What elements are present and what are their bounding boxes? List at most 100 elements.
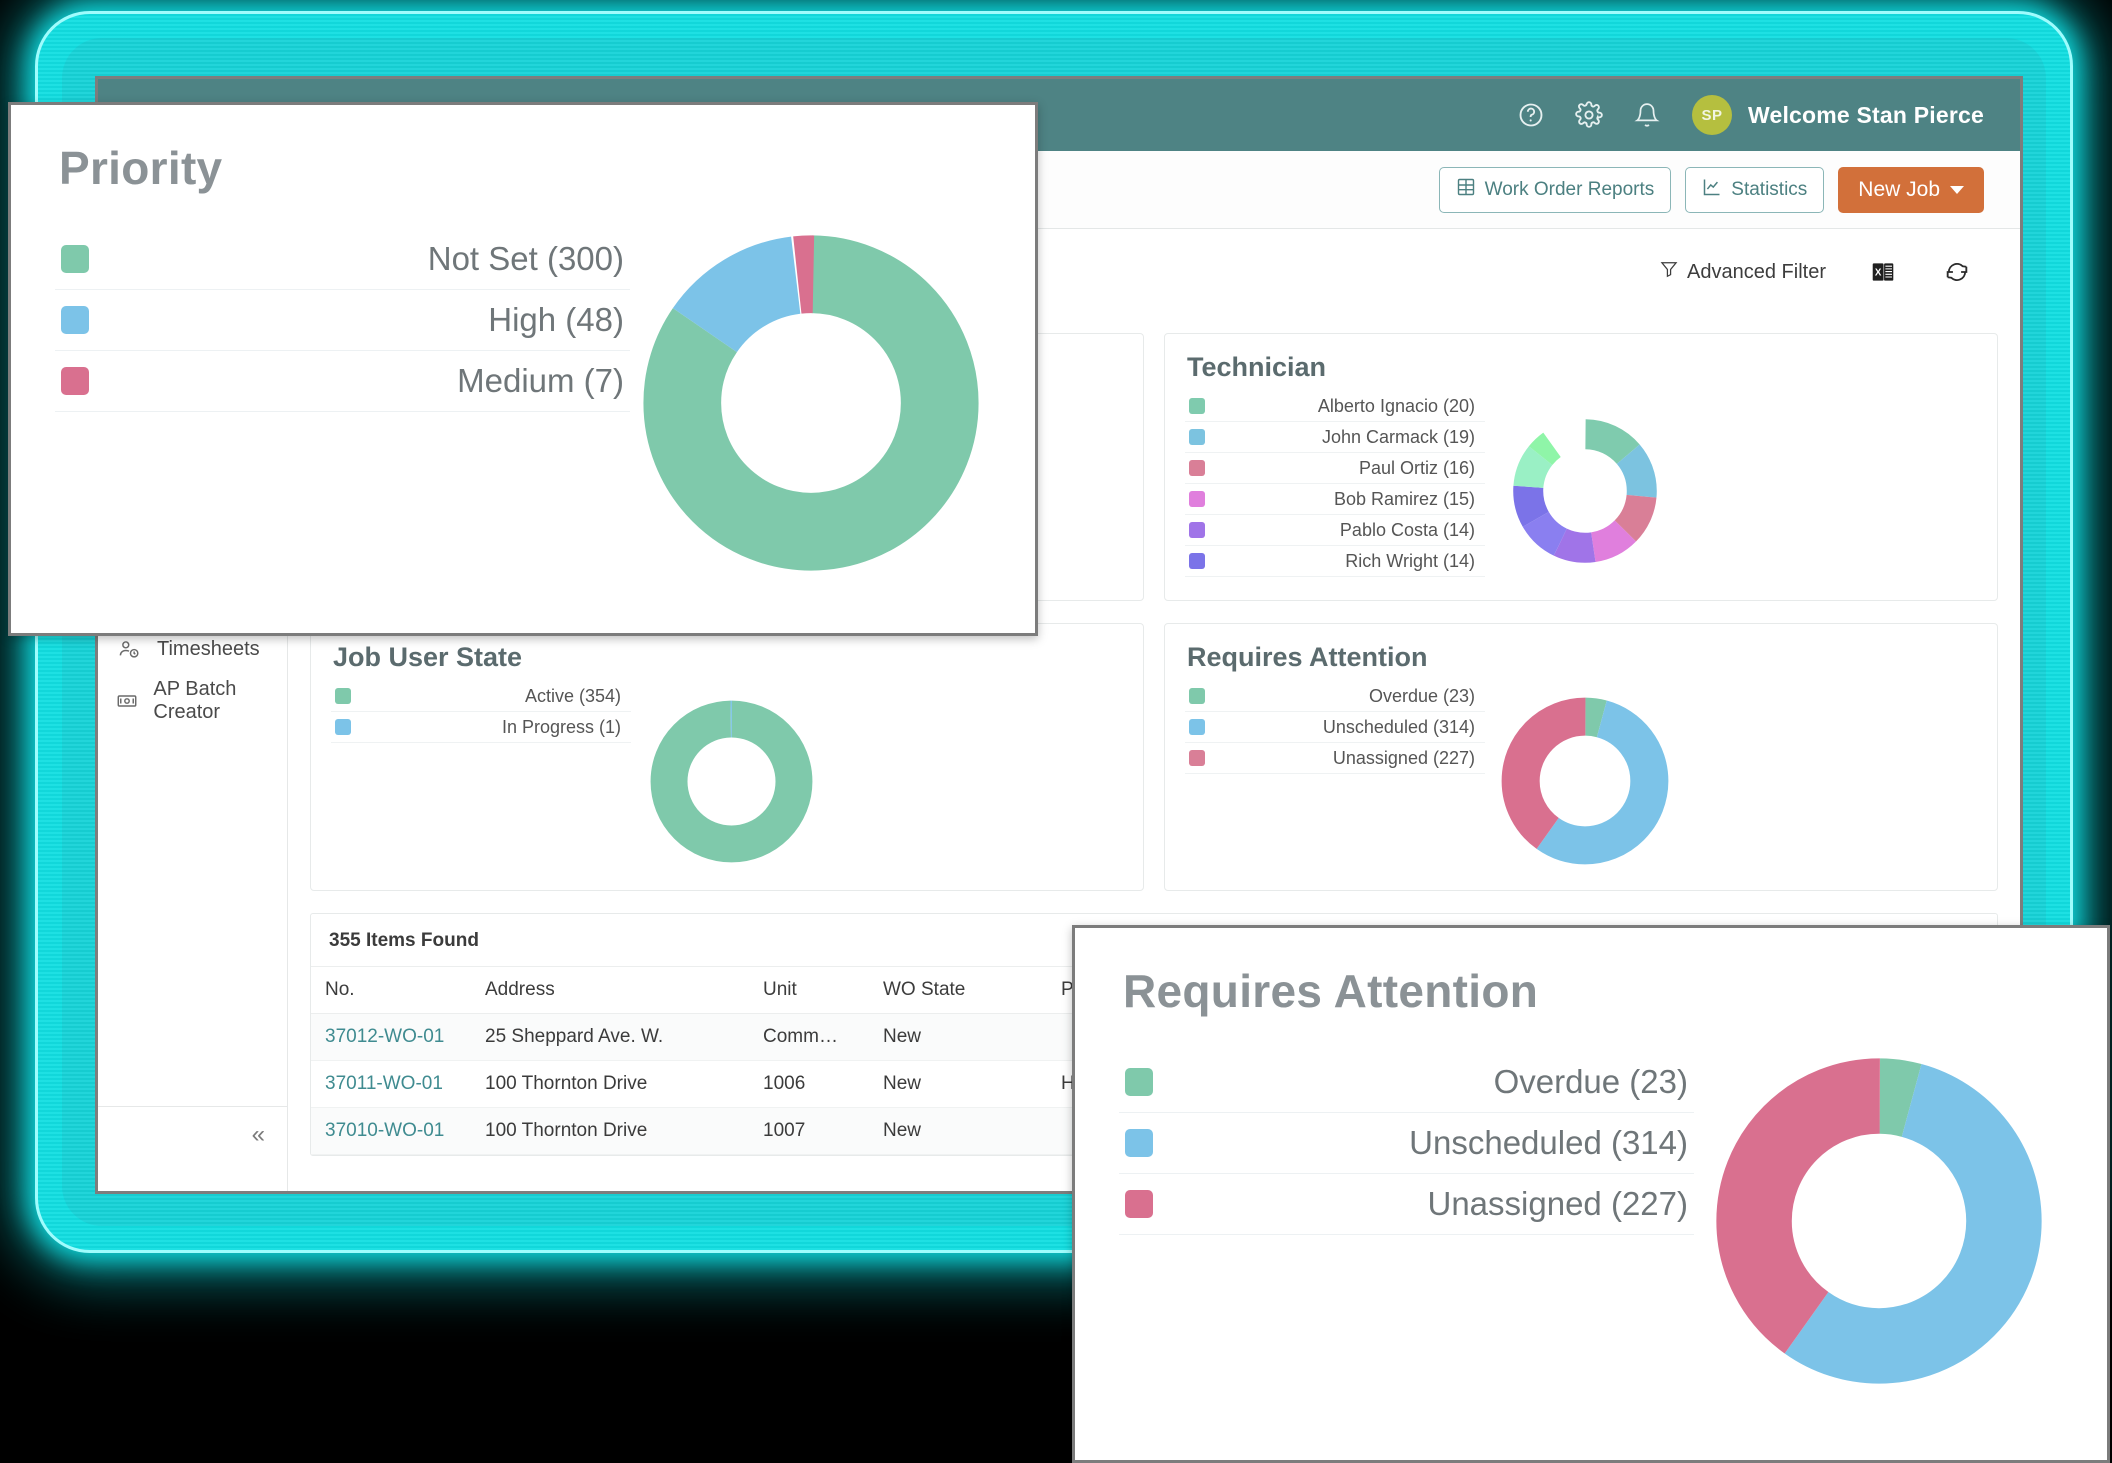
donut-chart-attention-popup[interactable] (1694, 1052, 2063, 1386)
legend-swatch (1125, 1190, 1153, 1218)
work-order-reports-button[interactable]: Work Order Reports (1438, 166, 1672, 213)
donut-chart-requires-attention[interactable] (1485, 681, 1685, 881)
chevron-down-icon (1950, 185, 1964, 194)
legend-row[interactable]: Medium (7) (55, 351, 630, 412)
legend-row[interactable]: Unassigned (227) (1119, 1174, 1694, 1235)
panel-body: Active (354) In Progress (1) (331, 681, 1123, 881)
legend-swatch (61, 306, 89, 334)
cell-no[interactable]: 37011-WO-01 (311, 1060, 471, 1108)
legend-swatch (1189, 750, 1205, 766)
legend-row[interactable]: Unscheduled (314) (1119, 1113, 1694, 1174)
cell-unit: 1007 (749, 1107, 869, 1155)
legend-label: Rich Wright (14) (1345, 550, 1475, 571)
column-header-wo-state[interactable]: WO State (869, 966, 1047, 1014)
cell-unit: Comm… (749, 1013, 869, 1061)
cell-no[interactable]: 37010-WO-01 (311, 1107, 471, 1155)
cell-wo-state: New (869, 1107, 1047, 1155)
legend-row[interactable]: Unassigned (227) (1185, 743, 1485, 774)
work-order-reports-label: Work Order Reports (1484, 178, 1655, 200)
legend-label: John Carmack (19) (1321, 426, 1475, 447)
donut-chart-priority-popup[interactable] (630, 229, 991, 573)
advanced-filter-button[interactable]: Advanced Filter (1659, 259, 1826, 285)
grid-icon (1456, 177, 1476, 203)
legend-label: Active (354) (524, 685, 621, 706)
statistics-button[interactable]: Statistics (1685, 166, 1825, 213)
svg-text:X: X (1875, 268, 1882, 279)
legend-row[interactable]: Alberto Ignacio (20) (1185, 391, 1485, 422)
legend-swatch (1189, 553, 1205, 569)
legend-label: In Progress (1) (501, 716, 621, 737)
legend-swatch (1189, 491, 1205, 507)
popup-requires-attention: Requires Attention Overdue (23) Unschedu… (1072, 925, 2110, 1463)
column-header-address[interactable]: Address (471, 966, 749, 1014)
legend-label: Unassigned (227) (1332, 747, 1475, 768)
legend-row[interactable]: Unscheduled (314) (1185, 712, 1485, 743)
legend-row[interactable]: Active (354) (331, 681, 631, 712)
legend-row[interactable]: Pablo Costa (14) (1185, 515, 1485, 546)
popup-body: Not Set (300) High (48) Medium (7) (55, 229, 991, 603)
donut-chart-job-user-state[interactable] (631, 681, 831, 881)
legend-swatch (335, 719, 351, 735)
legend-row[interactable]: In Progress (1) (331, 712, 631, 743)
chart-line-icon (1702, 177, 1722, 203)
filter-icon (1659, 259, 1679, 285)
popup-legend: Not Set (300) High (48) Medium (7) (55, 229, 630, 412)
excel-export-icon[interactable]: X (1866, 255, 1900, 289)
legend-row[interactable]: Paul Ortiz (16) (1185, 453, 1485, 484)
panel-body: Overdue (23) Unscheduled (314) Unassigne… (1185, 681, 1977, 881)
panel-row-2: Job User State Active (354) In Progress … (310, 623, 1998, 891)
legend-row[interactable]: Not Set (300) (55, 229, 630, 290)
legend-swatch (1189, 719, 1205, 735)
legend-swatch (1189, 398, 1205, 414)
cell-address: 100 Thornton Drive (471, 1060, 749, 1108)
donut-svg (1513, 419, 1657, 563)
cell-wo-state: New (869, 1013, 1047, 1061)
popup-inner: Priority Not Set (300) High (48) Medium … (11, 105, 1035, 633)
legend-label: Paul Ortiz (16) (1358, 457, 1475, 478)
legend-label: Bob Ramirez (15) (1333, 488, 1475, 509)
legend-row[interactable]: Bob Ramirez (15) (1185, 484, 1485, 515)
panel-title: Technician (1187, 352, 1327, 382)
welcome-label: Welcome Stan Pierce (1747, 101, 1984, 128)
column-header-unit[interactable]: Unit (749, 966, 869, 1014)
legend-row[interactable]: Rich Wright (14) (1185, 546, 1485, 577)
legend-swatch (1189, 460, 1205, 476)
legend-swatch (1125, 1129, 1153, 1157)
cell-address: 100 Thornton Drive (471, 1107, 749, 1155)
legend-label: Pablo Costa (14) (1339, 519, 1475, 540)
sidebar-item-label: AP Batch Creator (153, 678, 237, 723)
panel-technician: Technician Alberto Ignacio (20) John Car… (1164, 333, 1998, 601)
avatar[interactable]: SP (1691, 95, 1732, 135)
sidebar-item-label: Timesheets (157, 637, 260, 660)
legend-swatch (1125, 1068, 1153, 1096)
panel-body: Alberto Ignacio (20) John Carmack (19) P… (1185, 391, 1977, 591)
cell-wo-state: New (869, 1060, 1047, 1108)
column-header-no[interactable]: No. (311, 966, 471, 1014)
help-circle-icon[interactable] (1502, 95, 1560, 135)
popup-title: Priority (59, 142, 223, 194)
donut-svg (642, 235, 979, 571)
bell-icon[interactable] (1618, 95, 1676, 135)
gear-icon[interactable] (1560, 95, 1618, 135)
legend-label: Overdue (23) (1368, 685, 1475, 706)
popup-title: Requires Attention (1123, 965, 1539, 1017)
legend-label: Alberto Ignacio (20) (1317, 395, 1475, 416)
legend-label: Not Set (300) (427, 240, 624, 277)
popup-legend: Overdue (23) Unscheduled (314) Unassigne… (1119, 1052, 1694, 1235)
legend-label: Medium (7) (457, 362, 624, 399)
statistics-label: Statistics (1731, 178, 1808, 200)
legend-row[interactable]: John Carmack (19) (1185, 422, 1485, 453)
legend: Active (354) In Progress (1) (331, 681, 631, 743)
legend-label: Overdue (23) (1493, 1063, 1688, 1100)
new-job-button[interactable]: New Job (1838, 166, 1984, 213)
refresh-icon[interactable] (1940, 255, 1974, 289)
legend-label: Unscheduled (314) (1409, 1124, 1688, 1161)
sidebar-collapse-button[interactable]: « (98, 1106, 287, 1163)
donut-chart-technician[interactable] (1485, 391, 1685, 591)
legend-row[interactable]: High (48) (55, 290, 630, 351)
sidebar-item-ap-batch-creator[interactable]: AP Batch Creator (98, 675, 287, 727)
cell-no[interactable]: 37012-WO-01 (311, 1013, 471, 1061)
legend-row[interactable]: Overdue (23) (1119, 1052, 1694, 1113)
legend-row[interactable]: Overdue (23) (1185, 681, 1485, 712)
legend-label: Unassigned (227) (1427, 1185, 1689, 1222)
